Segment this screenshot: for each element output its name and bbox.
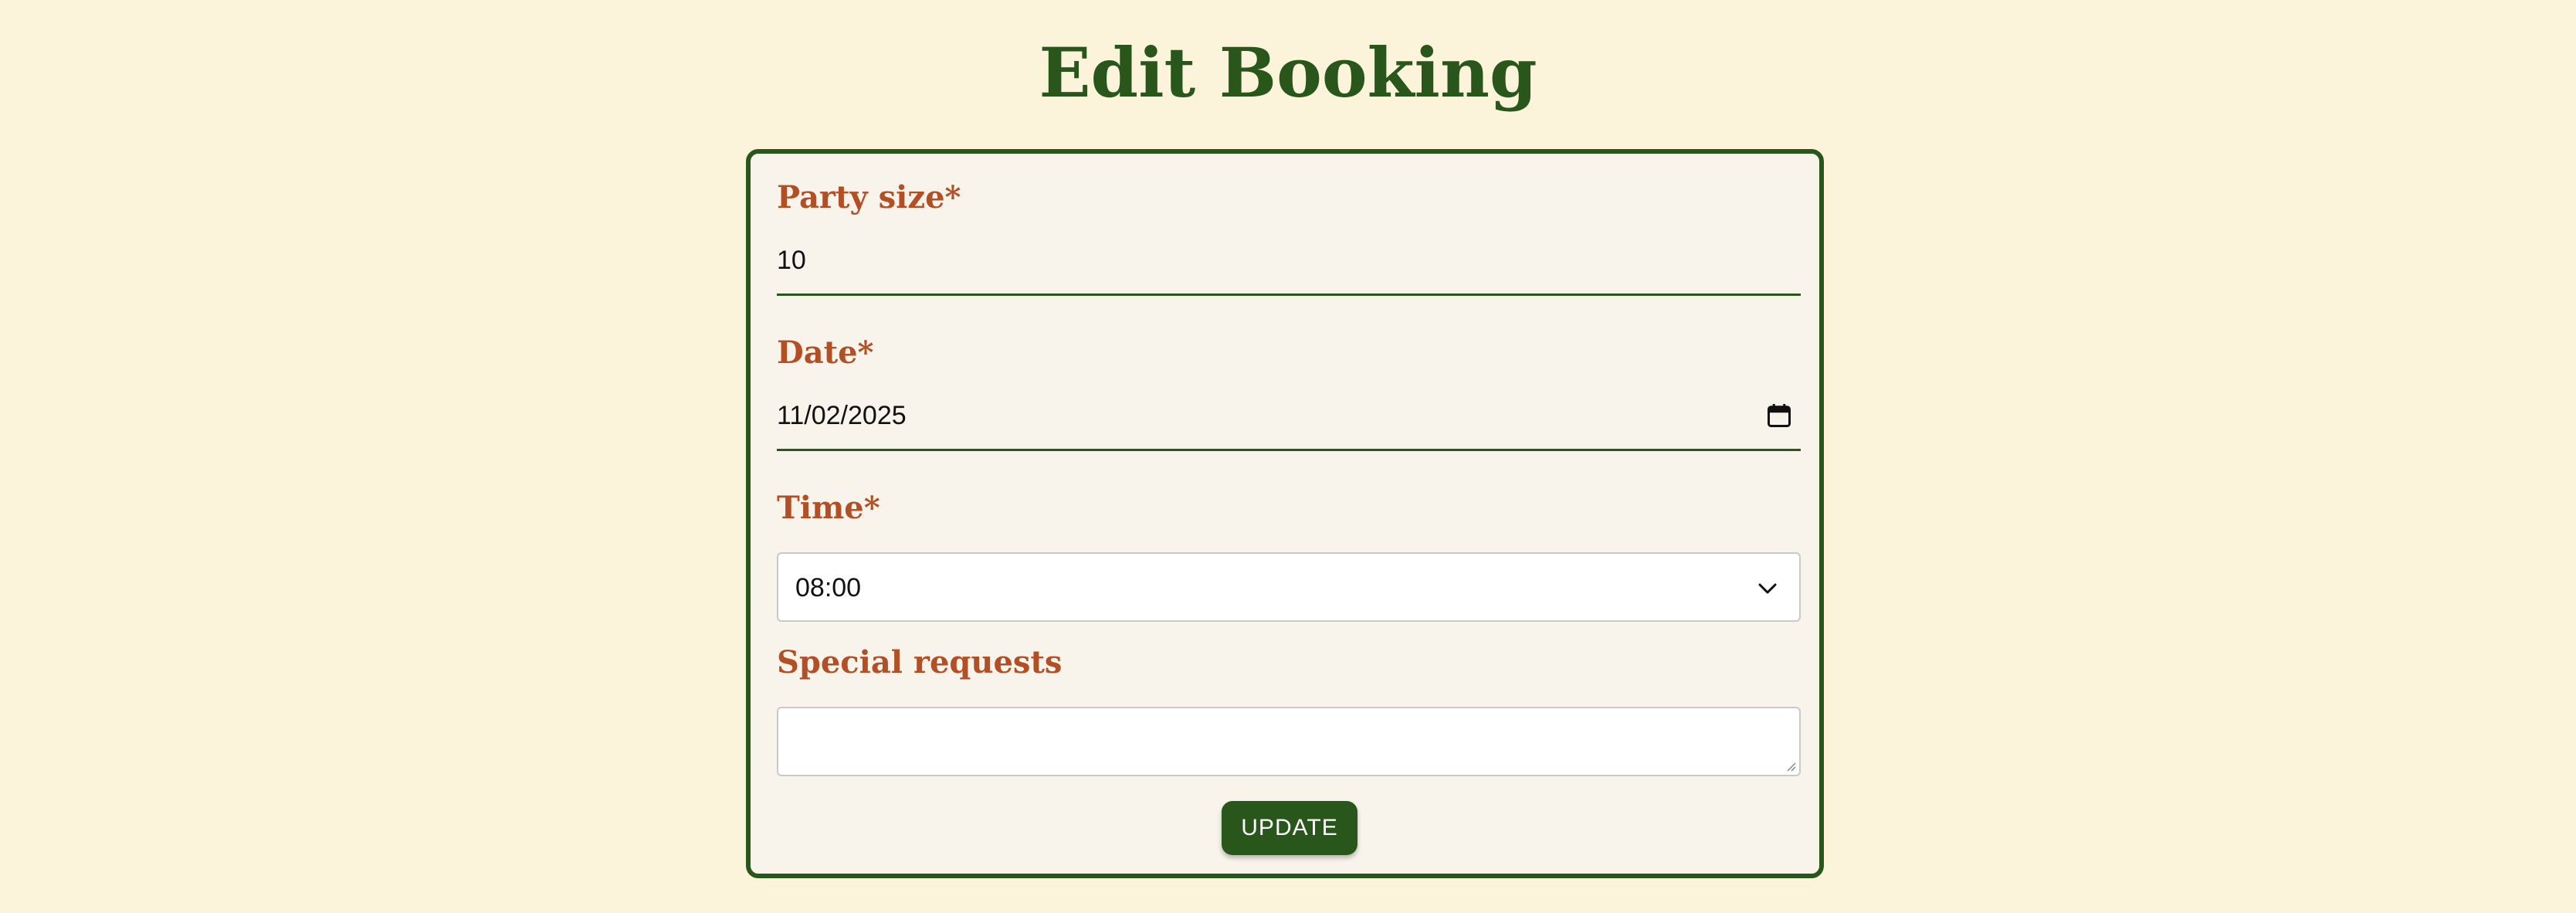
update-button[interactable]: UPDATE [1222, 801, 1357, 855]
chevron-down-icon [1758, 583, 1777, 594]
time-label: Time* [777, 490, 880, 526]
date-input[interactable]: 11/02/2025 [777, 385, 1801, 451]
special-requests-textarea[interactable] [777, 707, 1801, 776]
calendar-icon[interactable] [1765, 402, 1793, 429]
party-size-label: Party size* [777, 179, 961, 216]
page-title: Edit Booking [1039, 32, 1537, 113]
special-requests-label: Special requests [777, 644, 1063, 681]
time-selected-value: 08:00 [795, 573, 862, 602]
resize-handle-icon[interactable] [1784, 759, 1796, 772]
edit-booking-form: Party size* 10 Date* 11/02/2025 Time* 08… [746, 149, 1824, 878]
date-value: 11/02/2025 [777, 401, 907, 430]
date-label: Date* [777, 334, 874, 371]
party-size-input[interactable]: 10 [777, 229, 1801, 296]
party-size-value: 10 [777, 246, 806, 275]
time-select[interactable]: 08:00 [777, 552, 1801, 622]
